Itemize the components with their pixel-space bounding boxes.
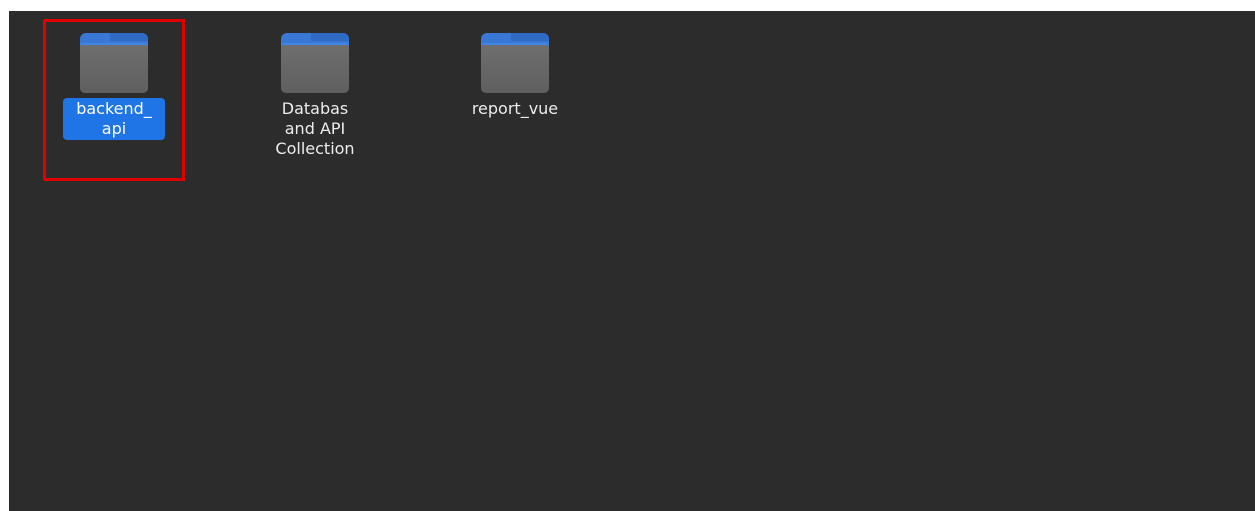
folder-icon	[281, 33, 349, 93]
folder-item-database-api-collection[interactable]: Databas and API Collection	[260, 33, 370, 160]
folder-label: backend_ api	[63, 98, 165, 140]
folder-icon	[80, 33, 148, 93]
folder-item-report-vue[interactable]: report_vue	[460, 33, 570, 120]
folder-label: report_vue	[471, 99, 559, 118]
file-manager-view[interactable]: backend_ api Databas and API Collection …	[9, 11, 1255, 511]
folder-icon	[481, 33, 549, 93]
folder-label: Databas and API Collection	[275, 99, 355, 158]
folder-item-backend-api[interactable]: backend_ api	[59, 33, 169, 140]
